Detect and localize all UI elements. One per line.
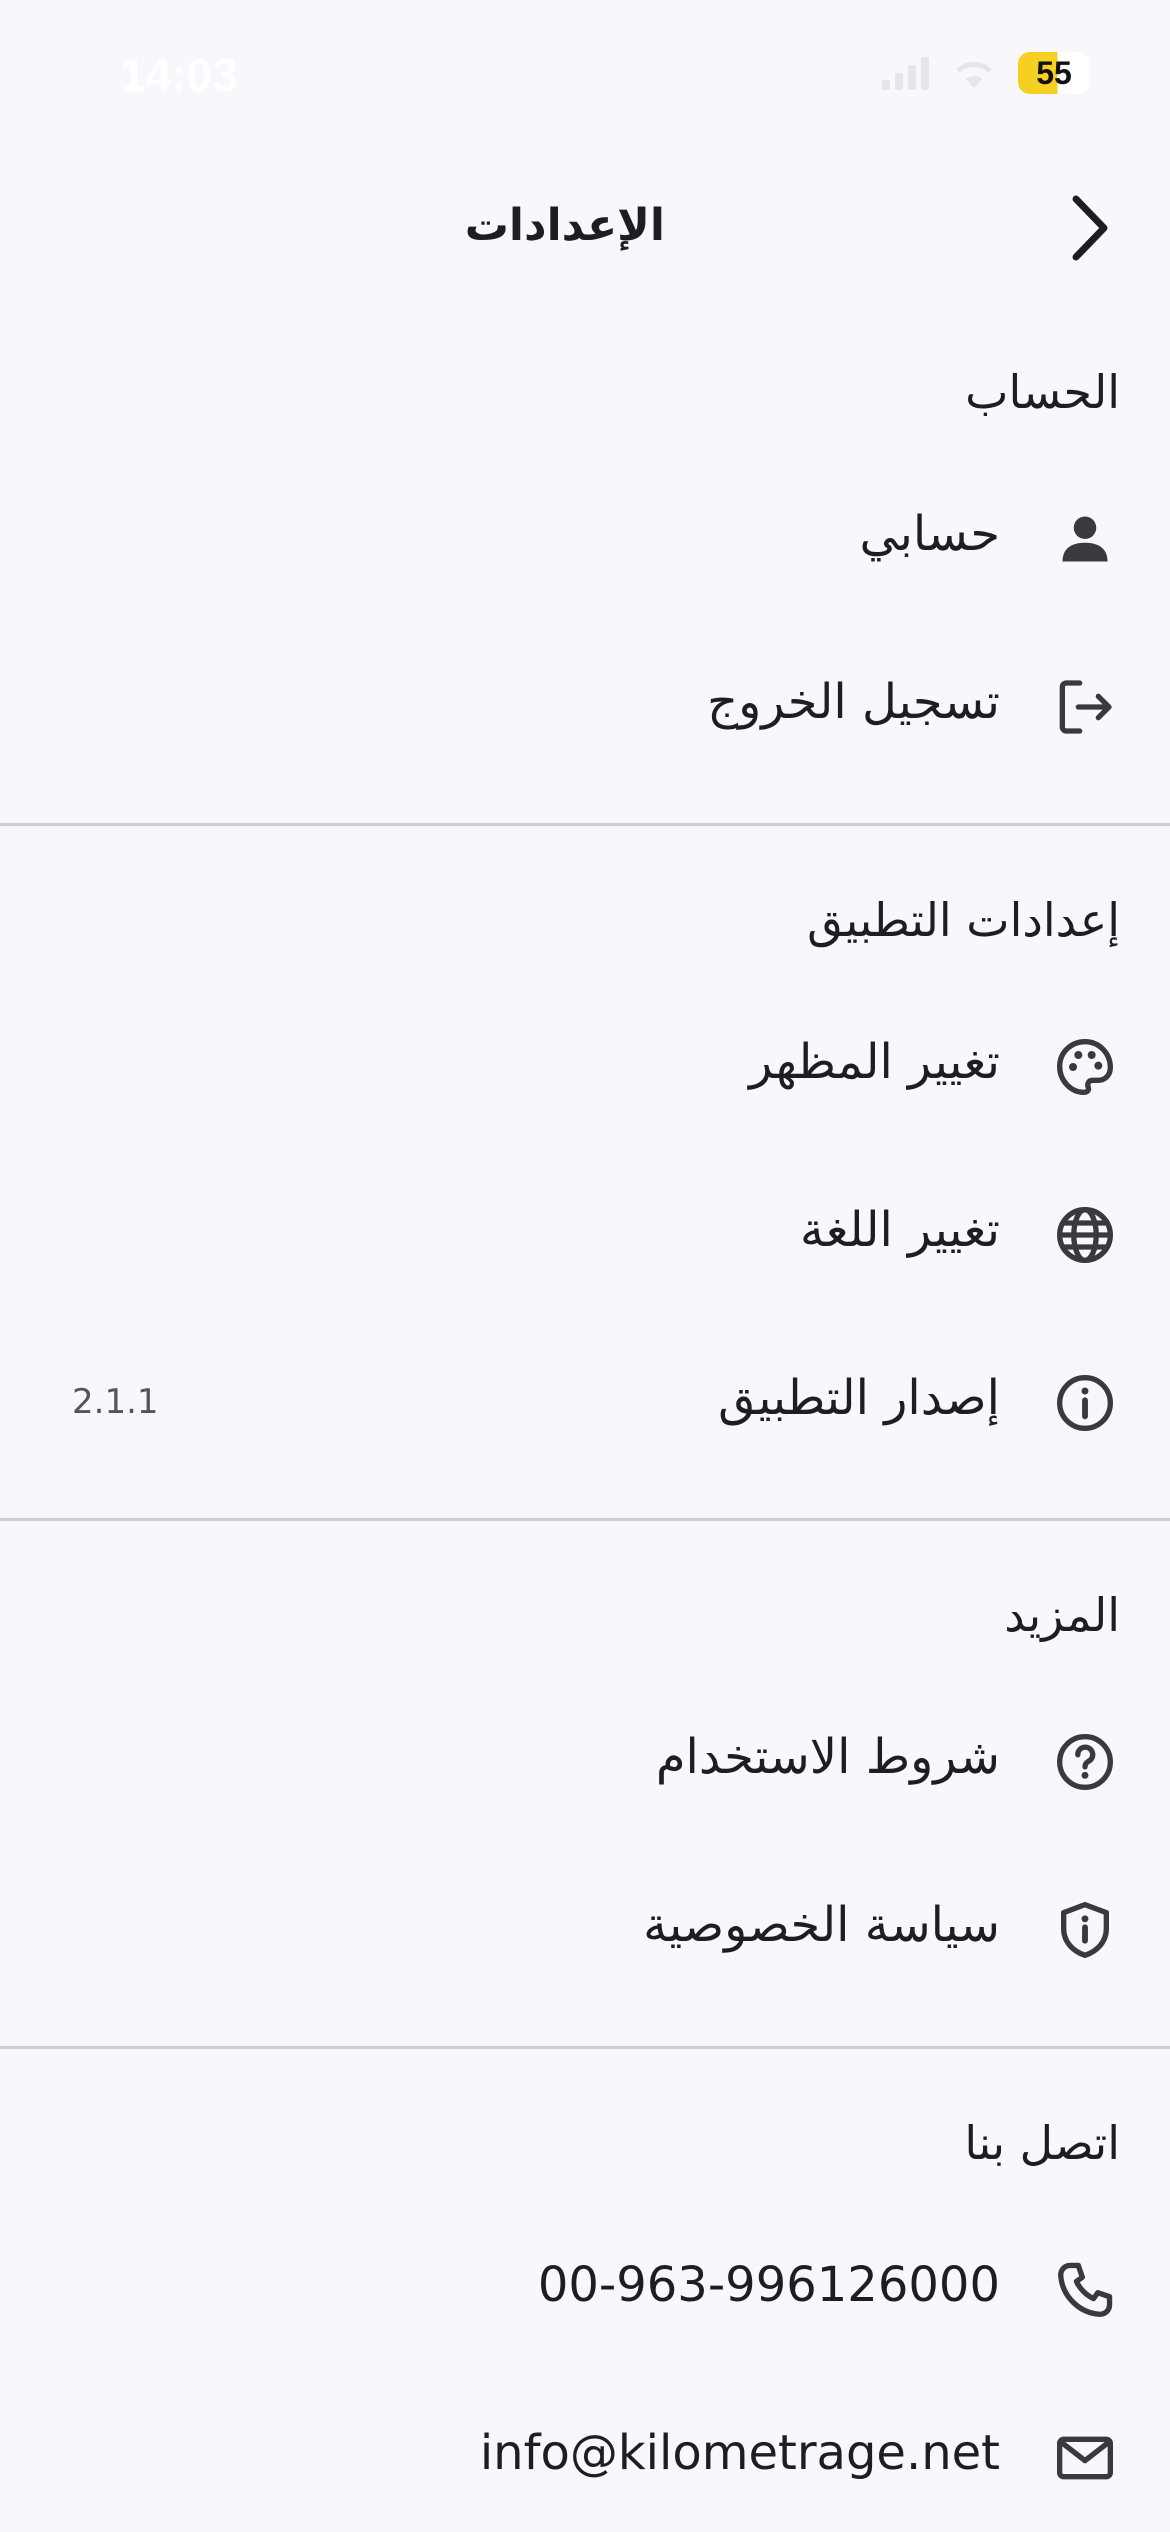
mail-icon [1050,2423,1120,2493]
person-icon [1050,504,1120,574]
chevron-right-icon [1066,193,1114,263]
menu-item-terms-of-use[interactable]: شروط الاستخدام [0,1685,1170,1835]
phone-icon [1050,2255,1120,2325]
menu-item-label: سياسة الخصوصية [643,1897,1000,1953]
shield-info-icon [1050,1895,1120,1965]
menu-item-label: 00-963-996126000 [537,2257,1000,2313]
menu-item-label: تغيير المظهر [749,1034,1000,1090]
palette-icon [1050,1032,1120,1102]
battery-indicator: 55 [1018,52,1090,94]
menu-item-change-theme[interactable]: تغيير المظهر [0,990,1170,1140]
page-title: الإعدادات [464,200,665,251]
section-title-more: المزيد [1004,1588,1120,1642]
menu-item-privacy-policy[interactable]: سياسة الخصوصية [0,1853,1170,2003]
status-icons: 55 [880,52,1090,94]
divider [0,823,1170,826]
divider [0,2046,1170,2049]
section-title-app-settings: إعدادات التطبيق [807,893,1120,947]
status-time: 14:03 [120,49,238,101]
section-title-account: الحساب [965,365,1120,419]
menu-item-label: تسجيل الخروج [707,674,1000,730]
logout-icon [1050,672,1120,742]
menu-item-label: إصدار التطبيق [718,1370,1000,1426]
menu-item-phone[interactable]: 00-963-996126000 [0,2213,1170,2363]
menu-item-label: حسابي [859,506,1000,562]
back-button[interactable] [1050,188,1130,268]
app-version-value: 2.1.1 [72,1382,159,1422]
menu-item-label: info@kilometrage.net [479,2425,1000,2481]
status-bar: 14:03 55 [0,0,1170,150]
wifi-icon [952,56,996,90]
question-circle-icon [1050,1727,1120,1797]
menu-item-label: تغيير اللغة [800,1202,1000,1258]
menu-item-my-account[interactable]: حسابي [0,462,1170,612]
menu-item-change-language[interactable]: تغيير اللغة [0,1158,1170,1308]
section-title-contact: اتصل بنا [964,2116,1120,2170]
header: الإعدادات [0,170,1170,280]
divider [0,1518,1170,1521]
signal-icon [880,56,930,90]
menu-item-label: شروط الاستخدام [655,1729,1000,1785]
menu-item-logout[interactable]: تسجيل الخروج [0,630,1170,780]
menu-item-email[interactable]: info@kilometrage.net [0,2381,1170,2531]
menu-item-app-version[interactable]: إصدار التطبيق 2.1.1 [0,1326,1170,1476]
info-icon [1050,1368,1120,1438]
globe-icon [1050,1200,1120,1270]
